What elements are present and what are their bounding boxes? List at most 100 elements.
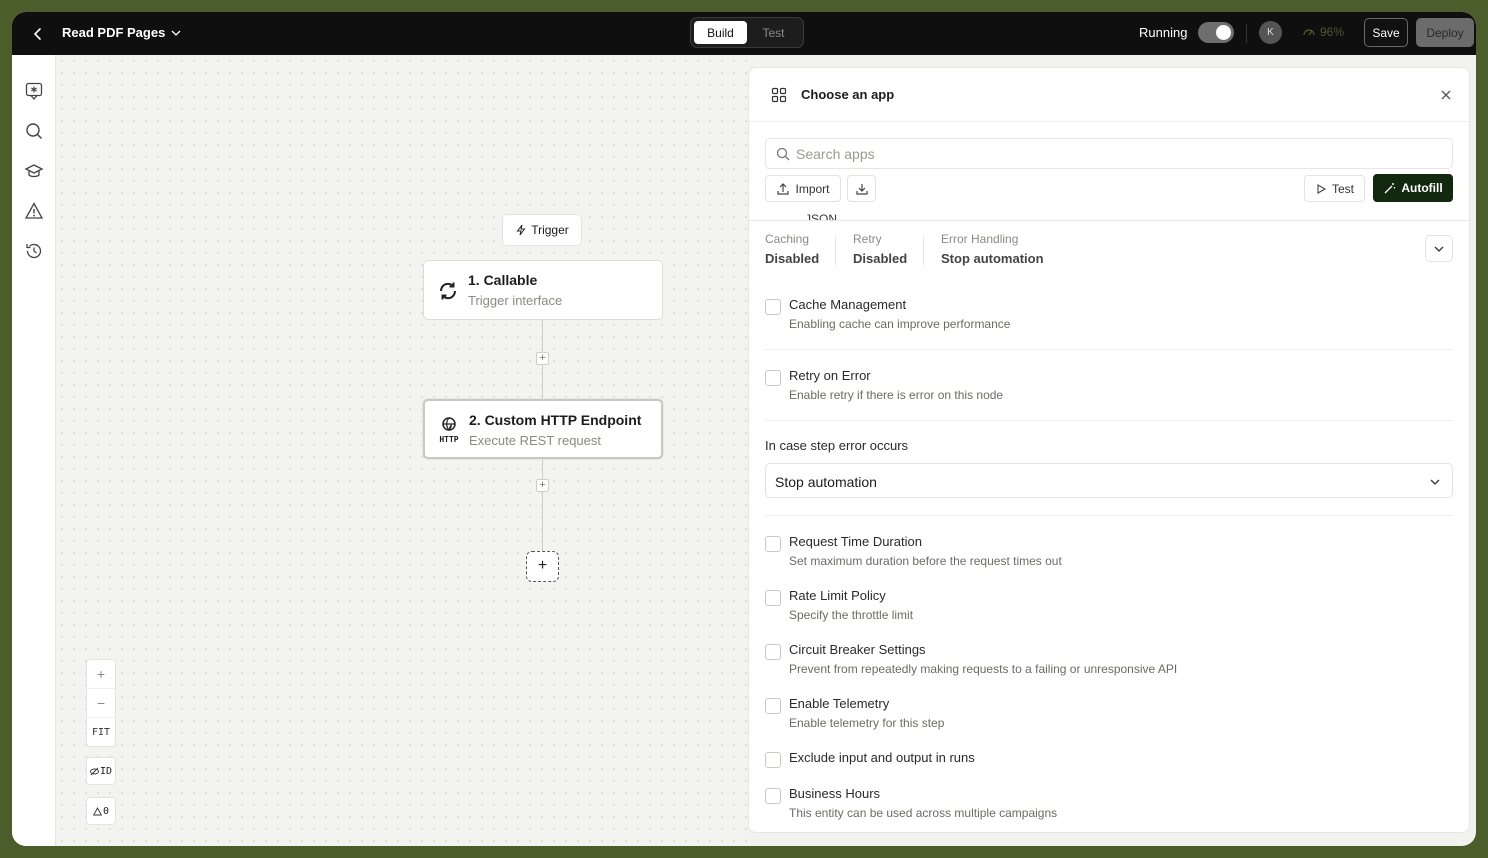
exclude-io-checkbox[interactable] <box>765 752 781 768</box>
divider <box>923 236 924 266</box>
option-title: Circuit Breaker Settings <box>789 642 926 657</box>
trigger-label: Trigger <box>531 223 569 237</box>
option-title: Exclude input and output in runs <box>789 750 975 765</box>
collapsed-json-row: JSON <box>749 211 1469 221</box>
back-arrow-icon[interactable] <box>28 24 48 44</box>
left-rail <box>12 55 56 846</box>
json-peek-label: JSON <box>805 212 838 221</box>
close-icon[interactable] <box>1439 88 1453 102</box>
search-box <box>765 138 1453 169</box>
divider <box>1246 24 1247 43</box>
zoom-controls: + − FIT <box>86 659 116 747</box>
play-icon <box>1317 183 1327 194</box>
magic-wand-icon <box>1384 182 1396 193</box>
test-label: Test <box>1331 181 1354 196</box>
divider <box>765 515 1453 516</box>
error-handling-value: Stop automation <box>775 474 877 490</box>
error-occurs-label: In case step error occurs <box>765 438 909 453</box>
tab-build[interactable]: Build <box>694 21 747 44</box>
add-step-inline-button[interactable]: + <box>536 352 549 365</box>
add-step-button[interactable]: + <box>526 551 559 582</box>
deploy-button[interactable]: Deploy <box>1416 18 1474 47</box>
warning-icon <box>92 806 102 815</box>
upload-icon <box>777 182 790 195</box>
connector-line <box>542 459 543 551</box>
download-button[interactable] <box>847 175 876 202</box>
add-step-inline-button[interactable]: + <box>536 479 549 492</box>
zoom-in-button[interactable]: + <box>87 660 115 689</box>
eye-off-icon <box>90 767 99 775</box>
panel-header: Choose an app <box>749 68 1469 122</box>
summary-label: Caching <box>765 232 810 246</box>
autofill-label: Autofill <box>1401 181 1443 195</box>
choose-app-panel: Choose an app Import Test Autofill JSON … <box>748 67 1470 833</box>
node-http-endpoint[interactable]: HTTP 2. Custom HTTP Endpoint Execute RES… <box>423 399 663 459</box>
import-button[interactable]: Import <box>765 175 841 202</box>
search-icon <box>776 147 790 161</box>
zoom-out-button[interactable]: − <box>87 689 115 718</box>
chat-star-icon[interactable] <box>24 81 44 101</box>
import-label: Import <box>795 181 830 196</box>
node-title: 1. Callable <box>468 272 538 288</box>
gauge-icon <box>1303 29 1315 36</box>
http-icon-text: HTTP <box>439 435 459 444</box>
toggle-id-label: ID <box>99 765 113 777</box>
request-time-duration-checkbox[interactable] <box>765 536 781 552</box>
health-score-value: 96% <box>1320 25 1345 39</box>
save-button[interactable]: Save <box>1364 18 1408 47</box>
warnings-button[interactable]: 0 <box>86 797 116 825</box>
running-label: Running <box>1139 25 1188 40</box>
expand-settings-button[interactable] <box>1425 235 1453 262</box>
error-handling-select[interactable]: Stop automation <box>765 463 1453 498</box>
divider <box>765 420 1453 421</box>
retry-on-error-checkbox[interactable] <box>765 370 781 386</box>
chevron-down-icon <box>1430 479 1440 485</box>
node-callable[interactable]: 1. Callable Trigger interface <box>423 260 663 320</box>
option-title: Business Hours <box>789 786 881 801</box>
node-subtitle: Execute REST request <box>469 433 601 448</box>
trigger-chip[interactable]: Trigger <box>502 214 582 246</box>
business-hours-checkbox[interactable] <box>765 788 781 804</box>
option-title: Enable Telemetry <box>789 696 890 711</box>
workflow-canvas[interactable]: Trigger 1. Callable Trigger interface + … <box>56 55 748 846</box>
divider <box>835 236 836 266</box>
panel-title: Choose an app <box>801 87 895 102</box>
search-icon[interactable] <box>24 121 44 141</box>
node-title: 2. Custom HTTP Endpoint <box>469 412 642 428</box>
option-title: Rate Limit Policy <box>789 588 886 603</box>
autofill-button[interactable]: Autofill <box>1373 174 1453 202</box>
health-score: 96% <box>1302 25 1344 39</box>
option-desc: This entity can be used across multiple … <box>789 806 1058 820</box>
circuit-breaker-checkbox[interactable] <box>765 644 781 660</box>
toggle-id-button[interactable]: ID <box>86 757 116 785</box>
summary-caching: Caching Disabled <box>765 232 819 266</box>
workflow-title-dropdown[interactable]: Read PDF Pages <box>62 25 183 40</box>
node-subtitle: Trigger interface <box>468 293 563 308</box>
history-icon[interactable] <box>24 241 44 261</box>
enable-telemetry-checkbox[interactable] <box>765 698 781 714</box>
running-toggle[interactable] <box>1198 22 1234 43</box>
summary-value: Stop automation <box>941 251 1044 266</box>
option-desc: Enabling cache can improve performance <box>789 317 1011 331</box>
avatar[interactable]: K <box>1259 21 1282 44</box>
workflow-title: Read PDF Pages <box>62 25 166 40</box>
warnings-count: 0 <box>102 805 110 817</box>
graduation-cap-icon[interactable] <box>24 161 44 181</box>
download-icon <box>855 183 868 195</box>
warning-icon[interactable] <box>24 201 44 221</box>
app-window: Read PDF Pages Build Test Running K 96% … <box>12 12 1476 846</box>
apps-grid-icon <box>771 87 787 103</box>
tab-test[interactable]: Test <box>747 21 800 44</box>
test-button[interactable]: Test <box>1304 175 1365 202</box>
summary-value: Disabled <box>853 251 908 266</box>
http-globe-icon: HTTP <box>437 416 461 444</box>
summary-value: Disabled <box>765 251 820 266</box>
search-input[interactable] <box>796 139 1436 168</box>
option-desc: Prevent from repeatedly making requests … <box>789 662 1178 676</box>
cache-management-checkbox[interactable] <box>765 299 781 315</box>
fit-view-button[interactable]: FIT <box>87 718 115 747</box>
mode-switch: Build Test <box>690 17 804 48</box>
chevron-down-icon <box>171 30 181 36</box>
rate-limit-policy-checkbox[interactable] <box>765 590 781 606</box>
option-title: Retry on Error <box>789 368 871 383</box>
